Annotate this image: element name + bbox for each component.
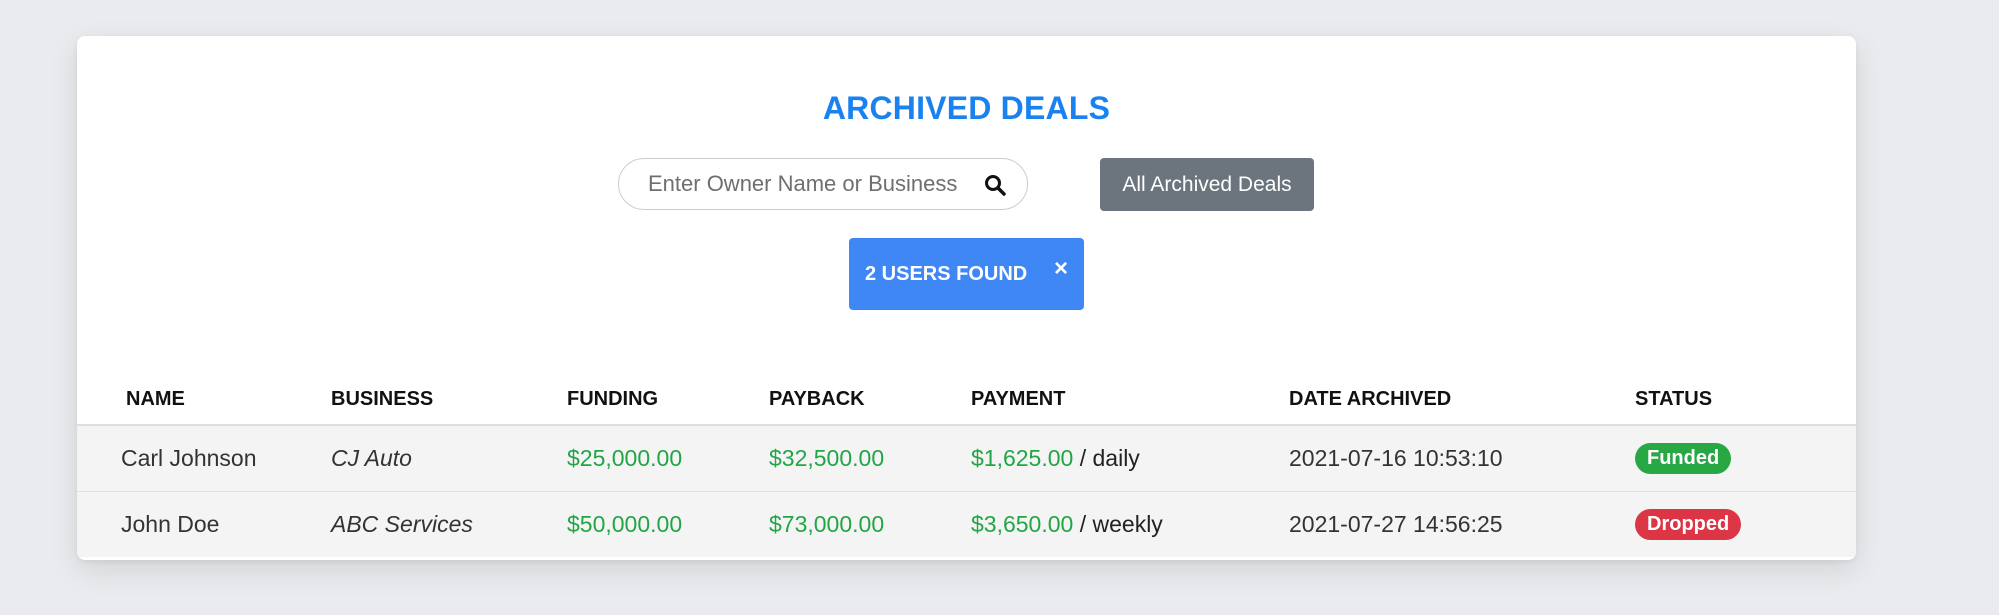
cell-business: ABC Services [331, 491, 567, 557]
cell-funding: $50,000.00 [567, 491, 769, 557]
status-badge: Funded [1635, 443, 1732, 474]
header-name[interactable]: NAME [77, 374, 331, 426]
cell-business: CJ Auto [331, 424, 567, 492]
close-icon[interactable]: × [1054, 255, 1068, 283]
search-box [618, 158, 1028, 210]
cell-payment: $3,650.00 / weekly [971, 491, 1289, 557]
header-status[interactable]: STATUS [1635, 374, 1856, 426]
header-funding[interactable]: FUNDING [567, 374, 769, 426]
table-row[interactable]: Carl Johnson CJ Auto $25,000.00 $32,500.… [77, 424, 1856, 492]
archived-deals-card: ARCHIVED DEALS All Archived Deals 2 USER… [77, 36, 1856, 560]
all-archived-deals-button[interactable]: All Archived Deals [1100, 158, 1314, 211]
cell-payback: $32,500.00 [769, 424, 971, 492]
status-badge: Dropped [1635, 509, 1742, 540]
payment-frequency: / weekly [1079, 511, 1163, 537]
cell-name: Carl Johnson [77, 424, 331, 492]
users-found-label: 2 USERS FOUND [865, 263, 1028, 285]
table-header-row: NAME BUSINESS FUNDING PAYBACK PAYMENT DA… [77, 374, 1856, 426]
cell-payback: $73,000.00 [769, 491, 971, 557]
header-date-archived[interactable]: DATE ARCHIVED [1289, 374, 1635, 426]
users-found-badge: 2 USERS FOUND × [849, 238, 1084, 310]
payment-amount: $3,650.00 [971, 511, 1074, 537]
header-payment[interactable]: PAYMENT [971, 374, 1289, 426]
cell-date-archived: 2021-07-27 14:56:25 [1289, 491, 1635, 557]
cell-date-archived: 2021-07-16 10:53:10 [1289, 424, 1635, 492]
cell-funding: $25,000.00 [567, 424, 769, 492]
cell-payment: $1,625.00 / daily [971, 424, 1289, 492]
archived-deals-table: NAME BUSINESS FUNDING PAYBACK PAYMENT DA… [77, 374, 1856, 557]
payment-amount: $1,625.00 [971, 445, 1074, 471]
header-payback[interactable]: PAYBACK [769, 374, 971, 426]
page-title: ARCHIVED DEALS [822, 90, 1111, 126]
cell-name: John Doe [77, 491, 331, 557]
table-row[interactable]: John Doe ABC Services $50,000.00 $73,000… [77, 491, 1856, 557]
payment-frequency: / daily [1079, 445, 1140, 471]
cell-status: Dropped [1635, 491, 1856, 557]
cell-status: Funded [1635, 424, 1856, 492]
search-icon[interactable] [983, 173, 1007, 197]
header-business[interactable]: BUSINESS [331, 374, 567, 426]
search-input[interactable] [646, 163, 970, 205]
